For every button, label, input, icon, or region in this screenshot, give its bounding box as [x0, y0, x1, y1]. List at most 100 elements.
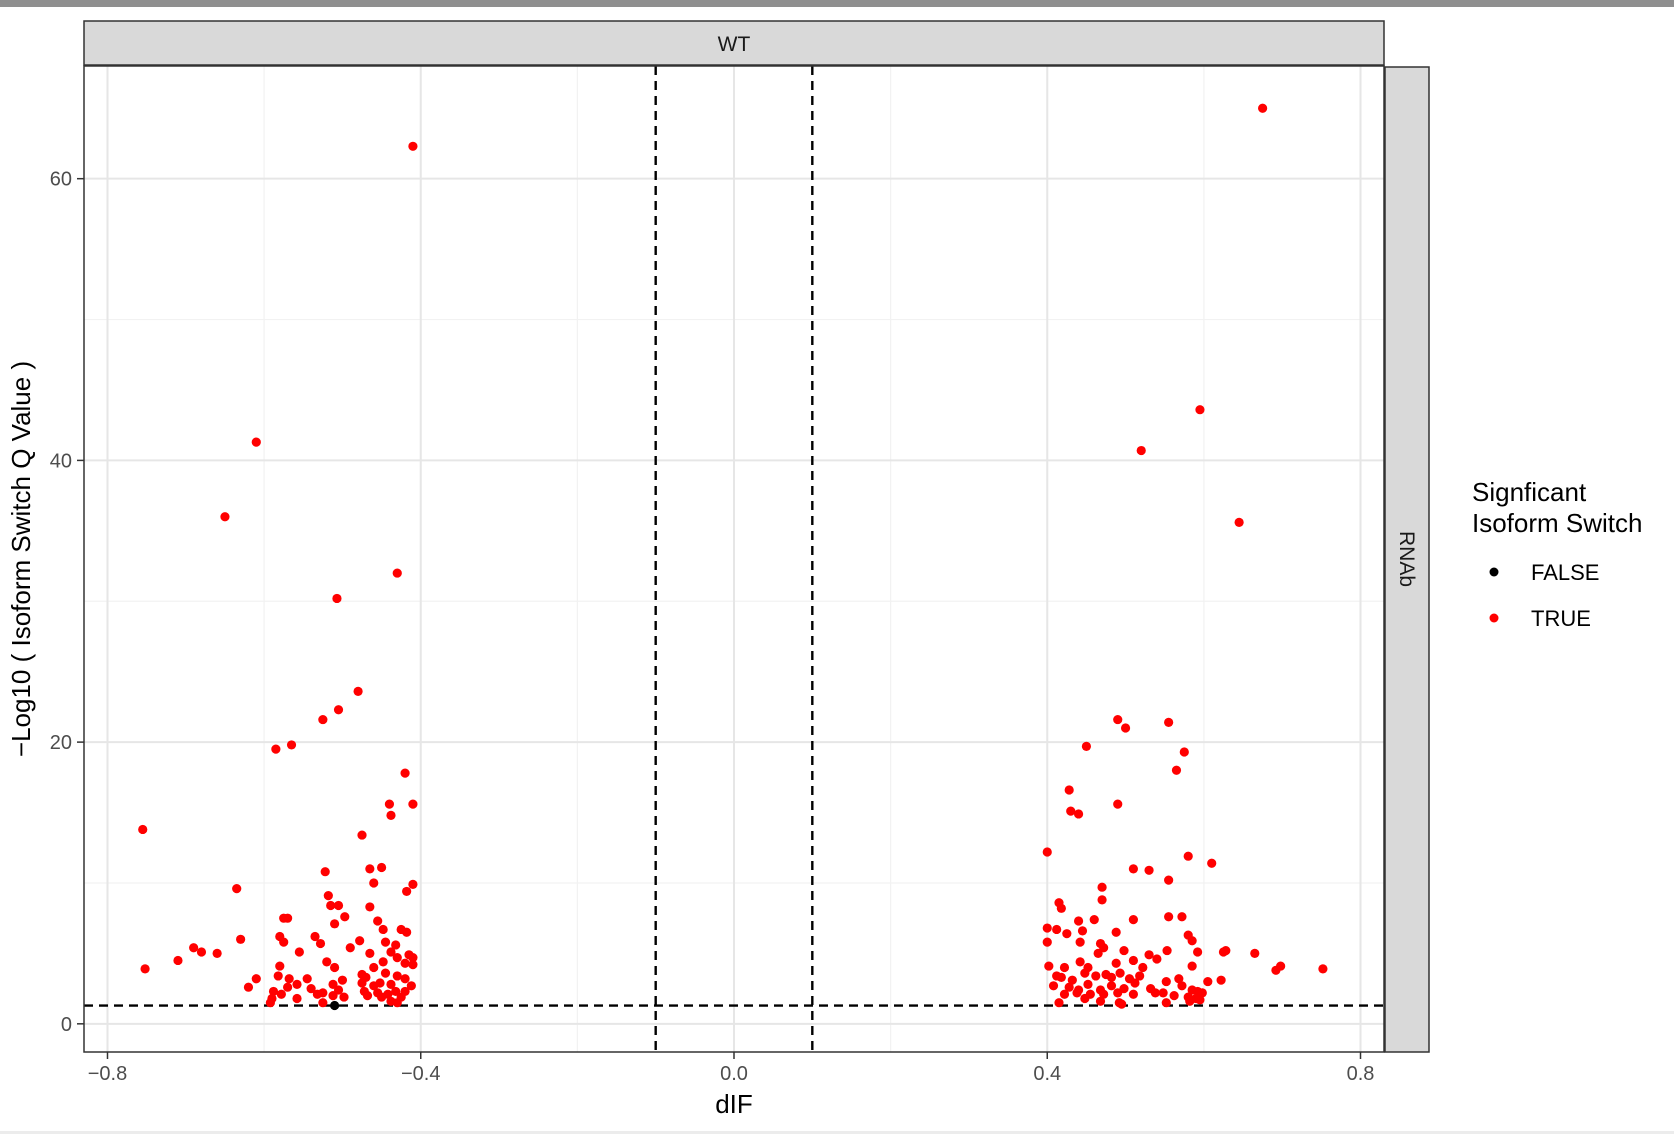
data-point-true: [322, 957, 332, 967]
data-point-true: [275, 961, 285, 971]
data-point-true: [286, 740, 297, 750]
data-point-true: [1075, 937, 1085, 947]
data-point-true: [392, 998, 402, 1008]
data-point-true: [1250, 948, 1260, 959]
data-point-true: [220, 512, 230, 522]
data-point-true: [408, 799, 418, 809]
data-point-true: [1128, 914, 1138, 925]
data-point-true: [1258, 103, 1268, 113]
data-point-true: [1130, 978, 1140, 988]
data-point-true: [369, 878, 379, 888]
data-point-true: [284, 974, 294, 984]
data-point-true: [189, 943, 199, 953]
data-point-true: [1095, 996, 1106, 1006]
data-point-true: [315, 938, 326, 949]
y-tick-label: 0: [61, 1014, 72, 1036]
data-point-true: [392, 568, 402, 578]
data-point-true: [380, 937, 391, 947]
data-point-true: [378, 957, 388, 967]
data-point-true: [1091, 971, 1101, 981]
data-point-false: [330, 1000, 340, 1011]
data-point-true: [1164, 717, 1174, 727]
data-point-true: [1179, 747, 1189, 757]
data-point-true: [386, 810, 396, 820]
data-point-true: [1054, 998, 1064, 1008]
data-point-true: [173, 955, 183, 966]
data-point-true: [1207, 858, 1217, 868]
data-point-true: [373, 916, 383, 926]
x-axis: −0.8 −0.4 0.0 0.4 0.8: [88, 1052, 1375, 1085]
data-point-true: [1113, 988, 1123, 998]
data-point-true: [1152, 954, 1162, 964]
data-point-true: [1276, 961, 1286, 971]
data-point-true: [1080, 993, 1090, 1004]
data-point-true: [1185, 996, 1195, 1006]
data-point-true: [318, 714, 328, 725]
data-point-true: [318, 998, 328, 1008]
data-point-true: [369, 962, 379, 973]
data-point-true: [1111, 958, 1121, 968]
facet-row-strip-label: RNAb: [1395, 531, 1418, 587]
legend-key-false: [1489, 567, 1499, 577]
y-axis-title: −Log10 ( Isoform Switch Q Value ): [6, 361, 36, 757]
data-point-true: [1128, 955, 1138, 966]
data-point-true: [1073, 916, 1084, 926]
data-point-true: [1042, 923, 1052, 933]
data-point-true: [332, 593, 342, 604]
data-point-true: [1115, 968, 1125, 978]
data-point-true: [400, 974, 410, 984]
x-tick-label: 0.8: [1347, 1063, 1375, 1085]
y-tick-label: 40: [50, 450, 72, 472]
data-point-true: [1042, 847, 1052, 857]
data-point-true: [1138, 962, 1148, 973]
data-point-true: [357, 830, 367, 840]
data-point-true: [326, 900, 336, 911]
data-point-true: [1234, 517, 1244, 527]
data-point-true: [273, 971, 283, 981]
y-axis: 0 20 40 60: [50, 169, 84, 1036]
data-point-true: [384, 799, 395, 809]
data-point-true: [1161, 976, 1171, 987]
data-point-true: [345, 943, 355, 953]
data-point-true: [1318, 964, 1328, 974]
data-point-true: [1062, 929, 1072, 939]
data-point-true: [196, 947, 207, 957]
data-point-true: [279, 937, 289, 947]
data-point-true: [1093, 948, 1103, 959]
data-point-true: [1187, 961, 1197, 971]
data-point-true: [1056, 972, 1066, 982]
data-point-true: [1128, 989, 1138, 999]
data-point-true: [1164, 875, 1174, 885]
data-point-true: [265, 998, 275, 1008]
data-point-true: [1221, 945, 1231, 956]
data-point-true: [380, 968, 391, 978]
data-point-true: [1044, 961, 1054, 971]
data-point-true: [339, 992, 349, 1002]
data-point-true: [1187, 936, 1197, 946]
data-point-true: [1052, 924, 1062, 935]
data-point-true: [400, 958, 410, 968]
data-point-true: [1120, 723, 1131, 733]
data-point-true: [1072, 988, 1082, 998]
data-point-true: [1203, 976, 1213, 987]
data-point-true: [212, 948, 222, 959]
data-point-true: [392, 953, 402, 963]
data-point-true: [376, 992, 387, 1002]
data-point-true: [320, 867, 330, 877]
data-point-true: [378, 924, 388, 935]
data-point-true: [138, 824, 148, 835]
data-point-true: [251, 437, 261, 447]
data-point-true: [1059, 962, 1070, 973]
data-point-true: [1144, 950, 1154, 960]
data-point-true: [302, 974, 312, 984]
data-point-true: [1097, 895, 1107, 905]
data-point-true: [1150, 988, 1160, 998]
x-tick-label: 0.0: [720, 1063, 748, 1085]
data-point-true: [1161, 998, 1171, 1008]
data-point-true: [1106, 972, 1117, 982]
data-point-true: [1177, 981, 1187, 991]
data-point-true: [402, 927, 412, 937]
data-point-true: [1106, 981, 1117, 991]
y-tick-label: 20: [50, 732, 72, 754]
data-point-true: [1144, 865, 1154, 875]
